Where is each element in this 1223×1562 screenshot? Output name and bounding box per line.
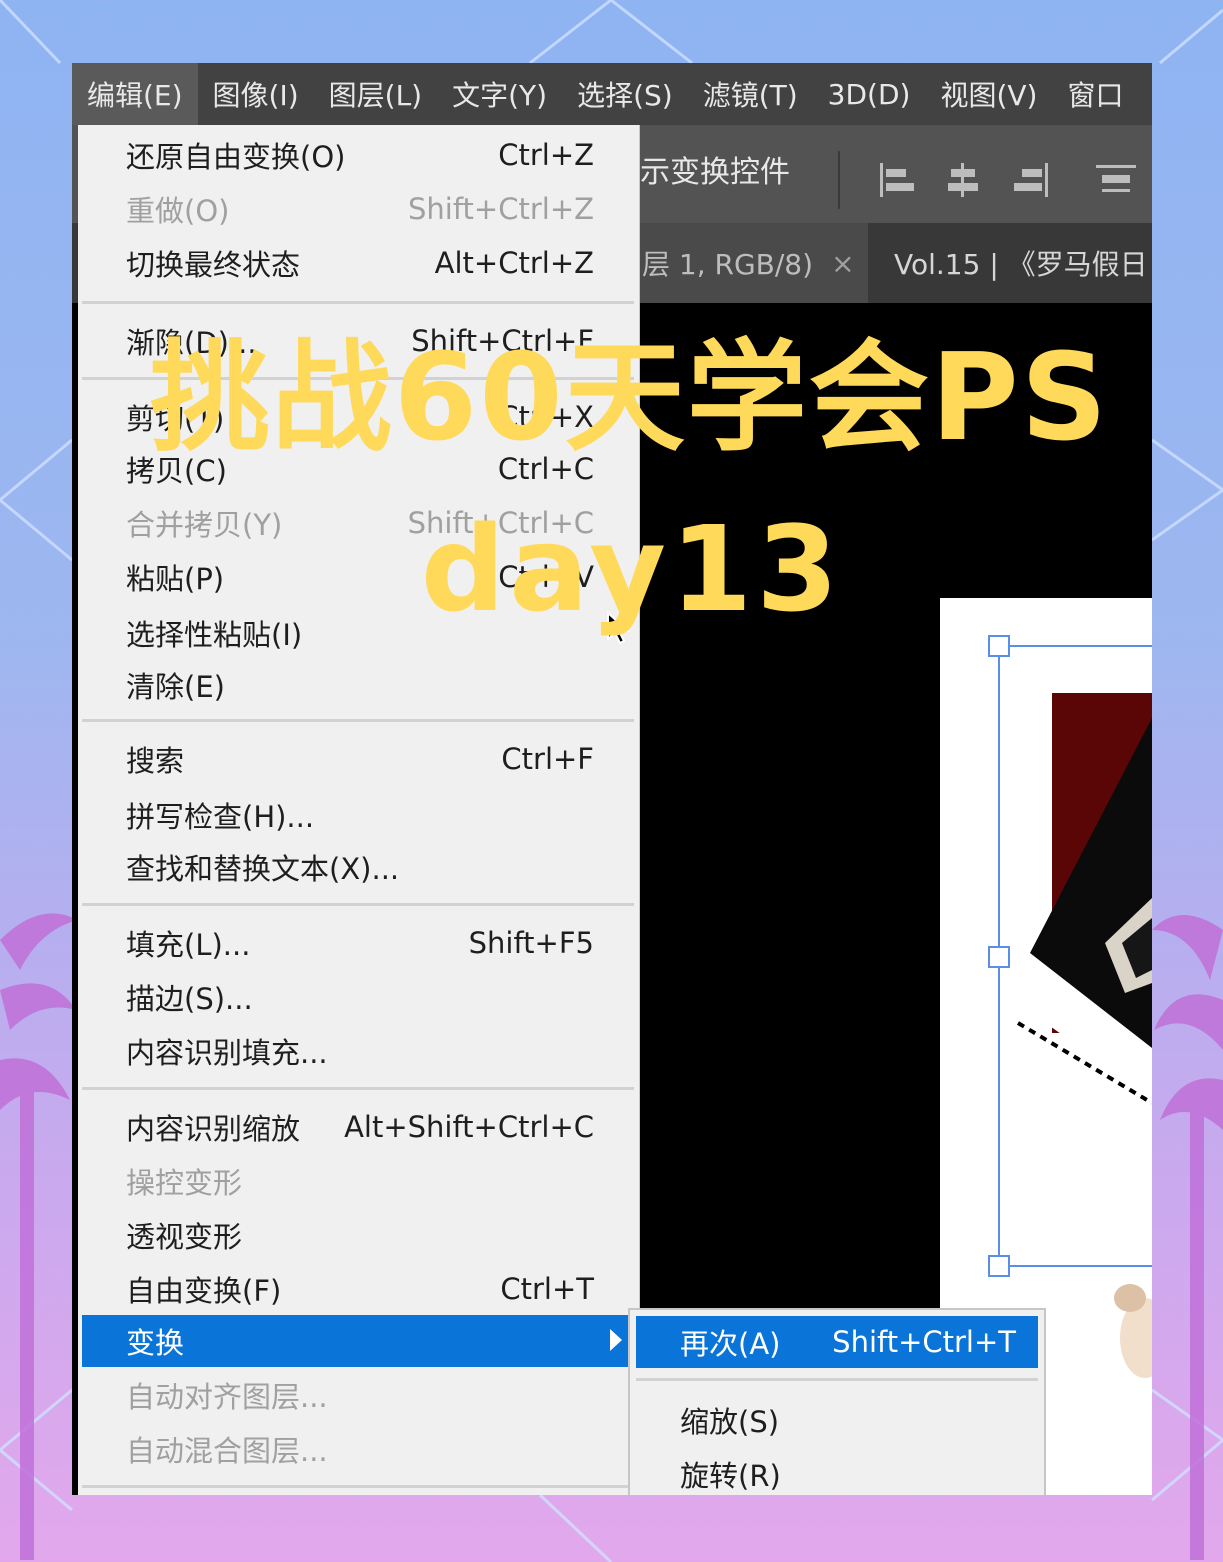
transform-handle-bottom-left[interactable] [988,1255,1010,1277]
menu-item-content-aware-fill[interactable]: 内容识别填充... [82,1025,634,1077]
menu-item-label: 操控变形 [126,1166,243,1200]
menu-item-redo[interactable]: 重做(O) Shift+Ctrl+Z [82,183,634,235]
menu-item-label: 填充(L)... [126,928,251,962]
photoshop-window: 编辑(E) 图像(I) 图层(L) 文字(Y) 选择(S) 滤镜(T) 3D(D… [72,63,1152,1495]
align-center-icon[interactable] [946,163,980,197]
menu-item-shortcut: Shift+Ctrl+T [832,1325,1016,1359]
menu-item-spell-check[interactable]: 拼写检查(H)... [82,789,634,841]
menu-bar: 编辑(E) 图像(I) 图层(L) 文字(Y) 选择(S) 滤镜(T) 3D(D… [72,63,1152,125]
menu-separator [82,1485,634,1488]
overlay-title: 挑战60天学会PS [149,329,1110,468]
menu-layer[interactable]: 图层(L) [314,63,437,125]
menu-item-shortcut: Ctrl+Z [498,138,594,172]
tab-title: Vol.15 | 《罗马假日 [894,248,1148,281]
menu-image[interactable]: 图像(I) [198,63,314,125]
menu-item-shortcut: Ctrl+F [501,742,594,776]
menu-item-content-aware-scale[interactable]: 内容识别缩放 Alt+Shift+Ctrl+C [82,1101,634,1153]
menu-item-label: 透视变形 [126,1220,243,1254]
transform-handle-middle-left[interactable] [988,946,1010,968]
submenu-item-again[interactable]: 再次(A) Shift+Ctrl+T [636,1316,1038,1368]
submenu-arrow-icon [610,1329,622,1351]
menu-item-search[interactable]: 搜索 Ctrl+F [82,733,634,785]
align-right-icon[interactable] [1014,163,1048,197]
menu-item-toggle-last-state[interactable]: 切换最终状态 Alt+Ctrl+Z [82,237,634,289]
menu-item-label: 自动对齐图层... [126,1380,328,1414]
menu-item-label: 变换 [126,1326,185,1360]
transform-bbox-top-edge[interactable] [998,645,1152,647]
menu-item-shortcut: Alt+Shift+Ctrl+C [344,1110,594,1144]
menu-window[interactable]: 窗口 [1052,63,1138,125]
close-tab-icon[interactable]: × [831,247,854,280]
menu-separator [82,903,634,906]
menu-item-free-transform[interactable]: 自由变换(F) Ctrl+T [82,1263,634,1315]
menu-item-label: 清除(E) [126,670,225,704]
menu-select[interactable]: 选择(S) [562,63,688,125]
menu-item-clear[interactable]: 清除(E) [82,659,634,711]
menu-item-label: 还原自由变换(O) [126,140,346,174]
menu-filter[interactable]: 滤镜(T) [688,63,813,125]
menu-item-label: 自由变换(F) [126,1274,282,1308]
show-transform-controls-label[interactable]: 示变换控件 [640,147,790,191]
transform-bbox-bottom-edge[interactable] [998,1265,1152,1267]
menu-item-label: 内容识别填充... [126,1036,328,1070]
menu-item-perspective-warp[interactable]: 透视变形 [82,1209,634,1261]
menu-item-label: 切换最终状态 [126,248,301,282]
menu-type[interactable]: 文字(Y) [437,63,562,125]
align-left-icon[interactable] [880,163,914,197]
document-tab-2[interactable]: Vol.15 | 《罗马假日 [870,223,1152,303]
menu-item-label: 描边(S)... [126,982,253,1016]
menu-edit[interactable]: 编辑(E) [72,63,198,125]
menu-item-label: 再次(A) [680,1327,781,1361]
menu-item-puppet-warp[interactable]: 操控变形 [82,1155,634,1207]
menu-item-label: 内容识别缩放 [126,1112,301,1146]
menu-item-stroke[interactable]: 描边(S)... [82,971,634,1023]
menu-item-fill[interactable]: 填充(L)... Shift+F5 [82,917,634,969]
menu-item-shortcut: Alt+Ctrl+Z [434,246,594,280]
menu-item-label: 搜索 [126,744,185,778]
document-tab-active[interactable]: 层 1, RGB/8) × [632,223,868,303]
menu-item-find-replace[interactable]: 查找和替换文本(X)... [82,841,634,893]
menu-item-label: 查找和替换文本(X)... [126,852,400,886]
menu-item-auto-blend-layers[interactable]: 自动混合图层... [82,1423,634,1475]
menu-item-label: 自动混合图层... [126,1434,328,1468]
palm-tree-right [1152,915,1223,1560]
palm-tree-left [0,913,78,1560]
transform-submenu: 再次(A) Shift+Ctrl+T 缩放(S) 旋转(R) [628,1308,1046,1495]
submenu-item-rotate[interactable]: 旋转(R) [636,1448,1038,1495]
options-divider [838,151,840,209]
menu-separator [82,719,634,722]
menu-item-auto-align-layers[interactable]: 自动对齐图层... [82,1369,634,1421]
menu-view[interactable]: 视图(V) [925,63,1052,125]
submenu-item-scale[interactable]: 缩放(S) [636,1394,1038,1446]
menu-item-label: 拼写检查(H)... [126,800,315,834]
menu-separator [636,1378,1038,1381]
menu-separator [82,1087,634,1090]
menu-3d[interactable]: 3D(D) [813,63,926,125]
menu-item-label: 缩放(S) [680,1405,780,1439]
menu-item-undo-free-transform[interactable]: 还原自由变换(O) Ctrl+Z [82,129,634,181]
menu-item-label: 重做(O) [126,194,230,228]
menu-item-shortcut: Ctrl+T [500,1272,594,1306]
tab-title: 层 1, RGB/8) [642,248,814,281]
transform-handle-top-left[interactable] [988,635,1010,657]
menu-item-label: 旋转(R) [680,1459,781,1493]
menu-item-transform[interactable]: 变换 [82,1315,634,1367]
overlay-subtitle: day13 [420,500,843,638]
menu-item-shortcut: Shift+F5 [468,926,594,960]
align-top-icon[interactable] [1096,163,1136,197]
menu-item-shortcut: Shift+Ctrl+Z [408,192,594,226]
